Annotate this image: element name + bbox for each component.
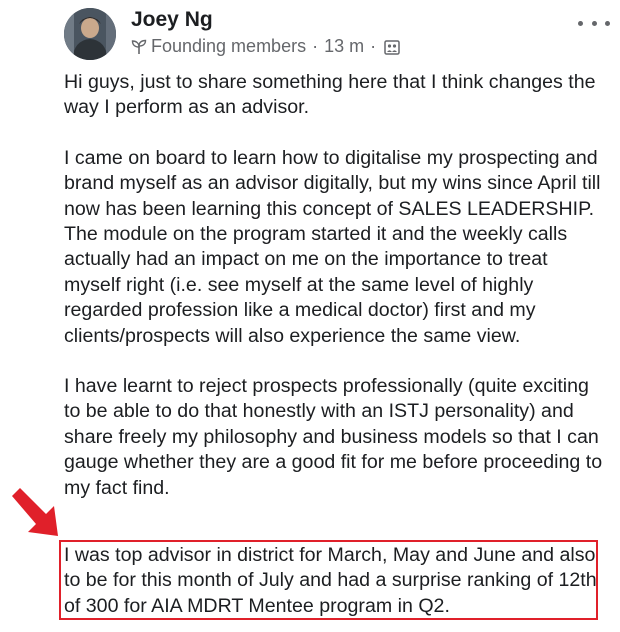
more-dot — [591, 20, 597, 26]
more-options-icon[interactable] — [578, 13, 610, 33]
post-time[interactable]: 13 m — [324, 36, 364, 57]
more-dot — [578, 20, 583, 26]
post-paragraph: Hi guys, just to share something here th… — [64, 71, 596, 119]
post-paragraph: I have learnt to reject prospects profes… — [64, 375, 603, 499]
meta-separator: · — [312, 36, 319, 56]
group-photo-icon — [384, 39, 400, 55]
more-dot — [605, 20, 610, 26]
group-name[interactable]: Founding members — [151, 36, 306, 57]
avatar[interactable] — [64, 8, 116, 60]
post-paragraph: I came on board to learn how to digitali… — [64, 146, 601, 347]
author-name[interactable]: Joey Ng — [131, 8, 213, 32]
red-arrow-icon — [12, 488, 58, 536]
meta-separator-2: · — [370, 36, 377, 56]
sprout-icon — [131, 39, 147, 55]
post-body: Hi guys, just to share something here th… — [64, 70, 604, 526]
post-meta: Founding members · 13 m · — [131, 36, 400, 57]
highlighted-paragraph: I was top advisor in district for March,… — [64, 544, 597, 617]
